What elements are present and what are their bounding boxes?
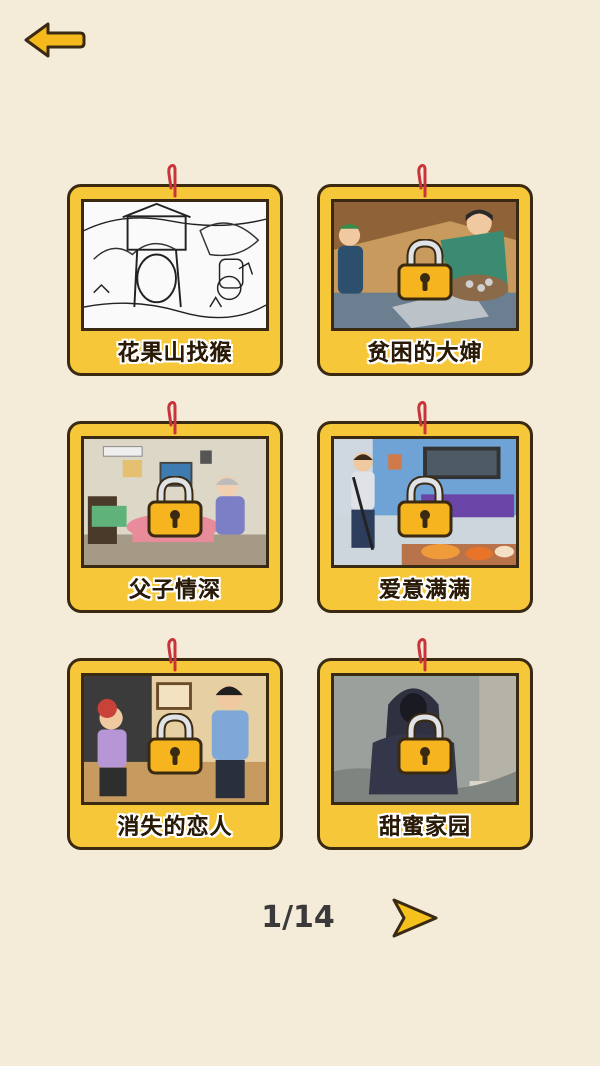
card-frame: 甜蜜家园 bbox=[317, 658, 533, 850]
lock-icon bbox=[397, 239, 453, 301]
card-frame: 父子情深 bbox=[67, 421, 283, 613]
paperclip-icon bbox=[417, 164, 427, 198]
page-indicator: 1/14 bbox=[261, 900, 335, 935]
lock-icon bbox=[147, 476, 203, 538]
next-page-button[interactable] bbox=[390, 896, 440, 940]
lock-icon bbox=[397, 476, 453, 538]
level-title: 甜蜜家园 bbox=[378, 815, 471, 840]
arrow-left-icon bbox=[24, 22, 86, 58]
level-title: 贫困的大婶 bbox=[367, 341, 483, 366]
card-frame: 爱意满满 bbox=[317, 421, 533, 613]
level-thumbnail bbox=[331, 199, 519, 331]
card-frame: 消失的恋人 bbox=[67, 658, 283, 850]
level-title: 爱意满满 bbox=[378, 578, 471, 603]
level-grid: 花果山找猴 贫困的大婶 父子情深 爱意满满 消失的恋人 甜蜜家园 bbox=[67, 164, 533, 870]
level-thumbnail bbox=[331, 436, 519, 568]
level-title: 消失的恋人 bbox=[117, 815, 233, 840]
card-frame: 贫困的大婶 bbox=[317, 184, 533, 376]
level-card-2[interactable]: 贫困的大婶 bbox=[317, 164, 533, 376]
paperclip-icon bbox=[417, 401, 427, 435]
paperclip-icon bbox=[417, 638, 427, 672]
level-card-5[interactable]: 消失的恋人 bbox=[67, 638, 283, 850]
level-card-4[interactable]: 爱意满满 bbox=[317, 401, 533, 613]
lock-icon bbox=[147, 713, 203, 775]
arrow-right-icon bbox=[392, 898, 438, 938]
level-card-6[interactable]: 甜蜜家园 bbox=[317, 638, 533, 850]
level-title: 花果山找猴 bbox=[117, 341, 233, 366]
level-title: 父子情深 bbox=[128, 578, 221, 603]
level-thumbnail bbox=[81, 673, 269, 805]
level-card-1[interactable]: 花果山找猴 bbox=[67, 164, 283, 376]
paperclip-icon bbox=[167, 638, 177, 672]
back-button[interactable] bbox=[22, 20, 86, 60]
level-thumbnail bbox=[81, 436, 269, 568]
lock-icon bbox=[397, 713, 453, 775]
level-thumbnail bbox=[81, 199, 269, 331]
paperclip-icon bbox=[167, 401, 177, 435]
paperclip-icon bbox=[167, 164, 177, 198]
level-thumbnail bbox=[331, 673, 519, 805]
level-card-3[interactable]: 父子情深 bbox=[67, 401, 283, 613]
pagination: 1/14 bbox=[0, 896, 600, 940]
card-frame: 花果山找猴 bbox=[67, 184, 283, 376]
